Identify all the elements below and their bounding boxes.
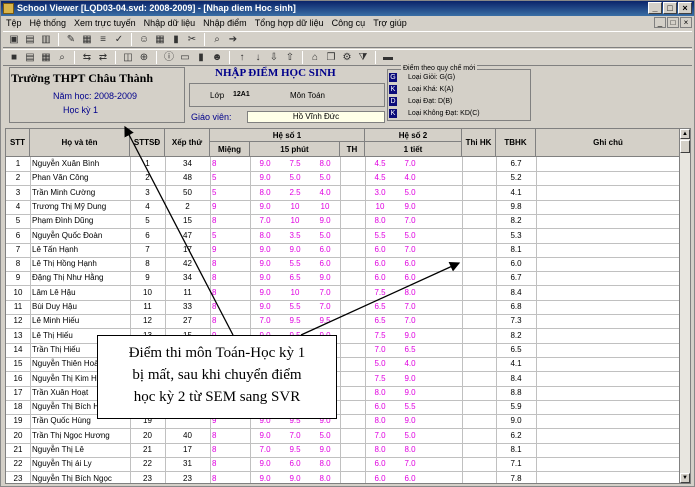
callout-line: Điểm thi môn Toán-Học kỳ 1: [128, 345, 306, 361]
app-window: School Viewer [LQD03-04.svd: 2008-2009] …: [0, 0, 695, 487]
annotation-callout: Điểm thi môn Toán-Học kỳ 1 bị mất, sau k…: [97, 335, 337, 419]
callout-line: học kỳ 2 từ SEM sang SVR: [133, 389, 301, 405]
arrow-to-exam-column: [300, 262, 461, 336]
callout-line: bị mất, sau khi chuyển điểm: [132, 367, 302, 383]
arrow-to-semester: [124, 125, 234, 336]
